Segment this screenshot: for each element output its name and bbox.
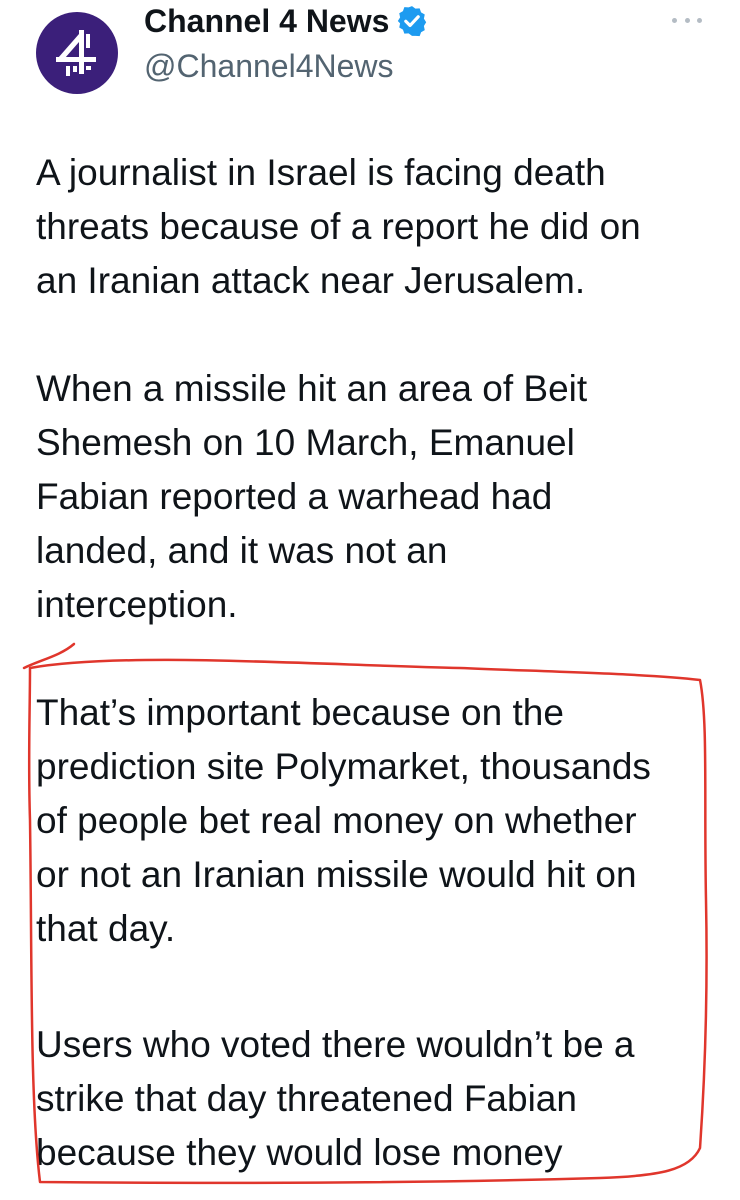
text-line: of people bet real money on whether — [36, 800, 637, 841]
tweet-paragraph-3: That’s important because on the predicti… — [36, 686, 716, 956]
display-name[interactable]: Channel 4 News — [144, 2, 429, 40]
text-line: an Iranian attack near Jerusalem. — [36, 260, 586, 301]
tweet-paragraph-4: Users who voted there wouldn’t be a stri… — [36, 1018, 716, 1180]
channel4-logo-icon[interactable] — [36, 12, 118, 94]
text-line: threats because of a report he did on — [36, 206, 641, 247]
tweet: Channel 4 News @Channel4News A journalis… — [0, 0, 740, 1200]
display-name-text[interactable]: Channel 4 News — [144, 2, 389, 40]
text-line: prediction site Polymarket, thousands — [36, 746, 651, 787]
text-line: that day. — [36, 908, 176, 949]
text-line: or not an Iranian missile would hit on — [36, 854, 637, 895]
text-line: When a missile hit an area of Beit — [36, 368, 588, 409]
text-line: That’s important because on the — [36, 692, 564, 733]
more-dot — [684, 17, 690, 23]
tweet-paragraph-2: When a missile hit an area of Beit Sheme… — [36, 362, 716, 632]
text-line: Users who voted there wouldn’t be a — [36, 1024, 635, 1065]
text-line: interception. — [36, 584, 238, 625]
text-line: because they would lose money — [36, 1132, 563, 1173]
handle[interactable]: @Channel4News — [144, 46, 394, 86]
tweet-paragraph-1: A journalist in Israel is facing death t… — [36, 146, 716, 308]
text-line: Fabian reported a warhead had — [36, 476, 553, 517]
text-line: A journalist in Israel is facing death — [36, 152, 606, 193]
text-line: strike that day threatened Fabian — [36, 1078, 577, 1119]
more-options-icon[interactable] — [672, 14, 702, 26]
text-line: Shemesh on 10 March, Emanuel — [36, 422, 575, 463]
more-dot — [697, 17, 702, 23]
text-line: landed, and it was not an — [36, 530, 448, 571]
verified-badge-icon[interactable] — [395, 4, 429, 38]
more-dot — [672, 17, 677, 23]
